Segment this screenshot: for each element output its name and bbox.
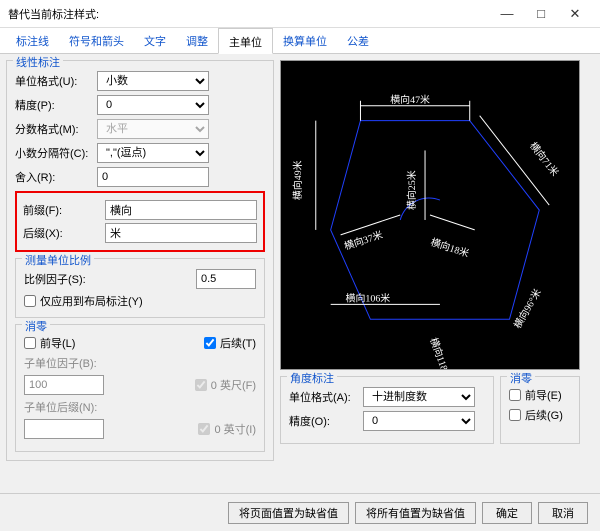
angle-zero-title: 消零: [507, 370, 535, 386]
decsep-label: 小数分隔符(C):: [15, 145, 93, 161]
minimize-button[interactable]: —: [490, 2, 524, 26]
tab-text[interactable]: 文字: [134, 28, 176, 53]
precision-select[interactable]: 0: [97, 95, 209, 115]
svg-text:横向96°米: 横向96°米: [511, 286, 544, 330]
trailing-label: 后续(T): [220, 335, 256, 351]
unit-format-label: 单位格式(U):: [15, 73, 93, 89]
set-all-default-button[interactable]: 将所有值置为缺省值: [355, 502, 476, 524]
angle-unit-select[interactable]: 十进制度数: [363, 387, 475, 407]
ft-label: 0 英尺(F): [211, 377, 256, 393]
precision-label: 精度(P):: [15, 97, 93, 113]
svg-text:横向71米: 横向71米: [527, 139, 562, 178]
inch-checkbox: [198, 423, 210, 435]
tab-tolerance[interactable]: 公差: [337, 28, 379, 53]
frac-select: 水平: [97, 119, 209, 139]
svg-text:横向49米: 横向49米: [291, 160, 304, 200]
scale-factor-input[interactable]: [196, 269, 256, 289]
ft-checkbox: [195, 379, 207, 391]
inch-label: 0 英寸(I): [214, 421, 256, 437]
linear-title: 线性标注: [13, 54, 63, 70]
tab-alt-units[interactable]: 换算单位: [273, 28, 337, 53]
unit-format-select[interactable]: 小数: [97, 71, 209, 91]
svg-text:横向18米: 横向18米: [429, 235, 471, 260]
maximize-button[interactable]: □: [524, 2, 558, 26]
scale-factor-label: 比例因子(S):: [24, 271, 102, 287]
subfactor-label: 子单位因子(B):: [24, 355, 97, 371]
layout-only-label: 仅应用到布局标注(Y): [40, 293, 143, 309]
tab-primary-units[interactable]: 主单位: [218, 28, 273, 54]
leading-checkbox[interactable]: [24, 337, 36, 349]
svg-text:横向118°: 横向118°: [427, 336, 452, 369]
leading-label: 前导(L): [40, 335, 75, 351]
frac-label: 分数格式(M):: [15, 121, 93, 137]
prefix-suffix-highlight: 前缀(F): 后缀(X):: [15, 191, 265, 252]
subfactor-input: [24, 375, 104, 395]
angle-zero-group: 消零 前导(E) 后续(G): [500, 376, 580, 444]
angle-unit-label: 单位格式(A):: [289, 389, 359, 405]
linear-group: 线性标注 单位格式(U):小数 精度(P):0 分数格式(M):水平 小数分隔符…: [6, 60, 274, 461]
suffix-input[interactable]: [105, 223, 257, 243]
cancel-button[interactable]: 取消: [538, 502, 588, 524]
subsuffix-input: [24, 419, 104, 439]
scale-title: 测量单位比例: [22, 252, 94, 268]
round-label: 舍入(R):: [15, 169, 93, 185]
angle-prec-label: 精度(O):: [289, 413, 359, 429]
tab-fit[interactable]: 调整: [176, 28, 218, 53]
close-button[interactable]: ✕: [558, 2, 592, 26]
preview-canvas: 横向47米 横向49米 横向25米 横向71米 横向37米 横向18米 横向10…: [280, 60, 580, 370]
angle-trailing-checkbox[interactable]: [509, 409, 521, 421]
angle-prec-select[interactable]: 0: [363, 411, 475, 431]
scale-group: 测量单位比例 比例因子(S): 仅应用到布局标注(Y): [15, 258, 265, 318]
zero-group: 消零 前导(L) 后续(T) 子单位因子(B): 0 英尺(F) 子单位后缀(N…: [15, 324, 265, 452]
set-page-default-button[interactable]: 将页面值置为缺省值: [228, 502, 349, 524]
tab-dimlines[interactable]: 标注线: [6, 28, 59, 53]
suffix-label: 后缀(X):: [23, 225, 101, 241]
layout-only-checkbox[interactable]: [24, 295, 36, 307]
angle-trailing-label: 后续(G): [525, 407, 563, 423]
decsep-select[interactable]: ","(逗点): [97, 143, 209, 163]
tab-bar: 标注线 符号和箭头 文字 调整 主单位 换算单位 公差: [0, 28, 600, 54]
subsuffix-label: 子单位后缀(N):: [24, 399, 97, 415]
prefix-label: 前缀(F):: [23, 202, 101, 218]
svg-text:横向106米: 横向106米: [346, 291, 391, 304]
svg-text:横向47米: 横向47米: [390, 93, 430, 106]
prefix-input[interactable]: [105, 200, 257, 220]
angle-title: 角度标注: [287, 370, 337, 386]
trailing-checkbox[interactable]: [204, 337, 216, 349]
tab-symbols[interactable]: 符号和箭头: [59, 28, 134, 53]
angle-leading-checkbox[interactable]: [509, 389, 521, 401]
angle-group: 角度标注 单位格式(A):十进制度数 精度(O):0: [280, 376, 494, 444]
round-input[interactable]: [97, 167, 209, 187]
ok-button[interactable]: 确定: [482, 502, 532, 524]
svg-text:横向25米: 横向25米: [405, 170, 418, 210]
zero-title: 消零: [22, 318, 50, 334]
window-title: 替代当前标注样式:: [8, 6, 490, 22]
angle-leading-label: 前导(E): [525, 387, 562, 403]
